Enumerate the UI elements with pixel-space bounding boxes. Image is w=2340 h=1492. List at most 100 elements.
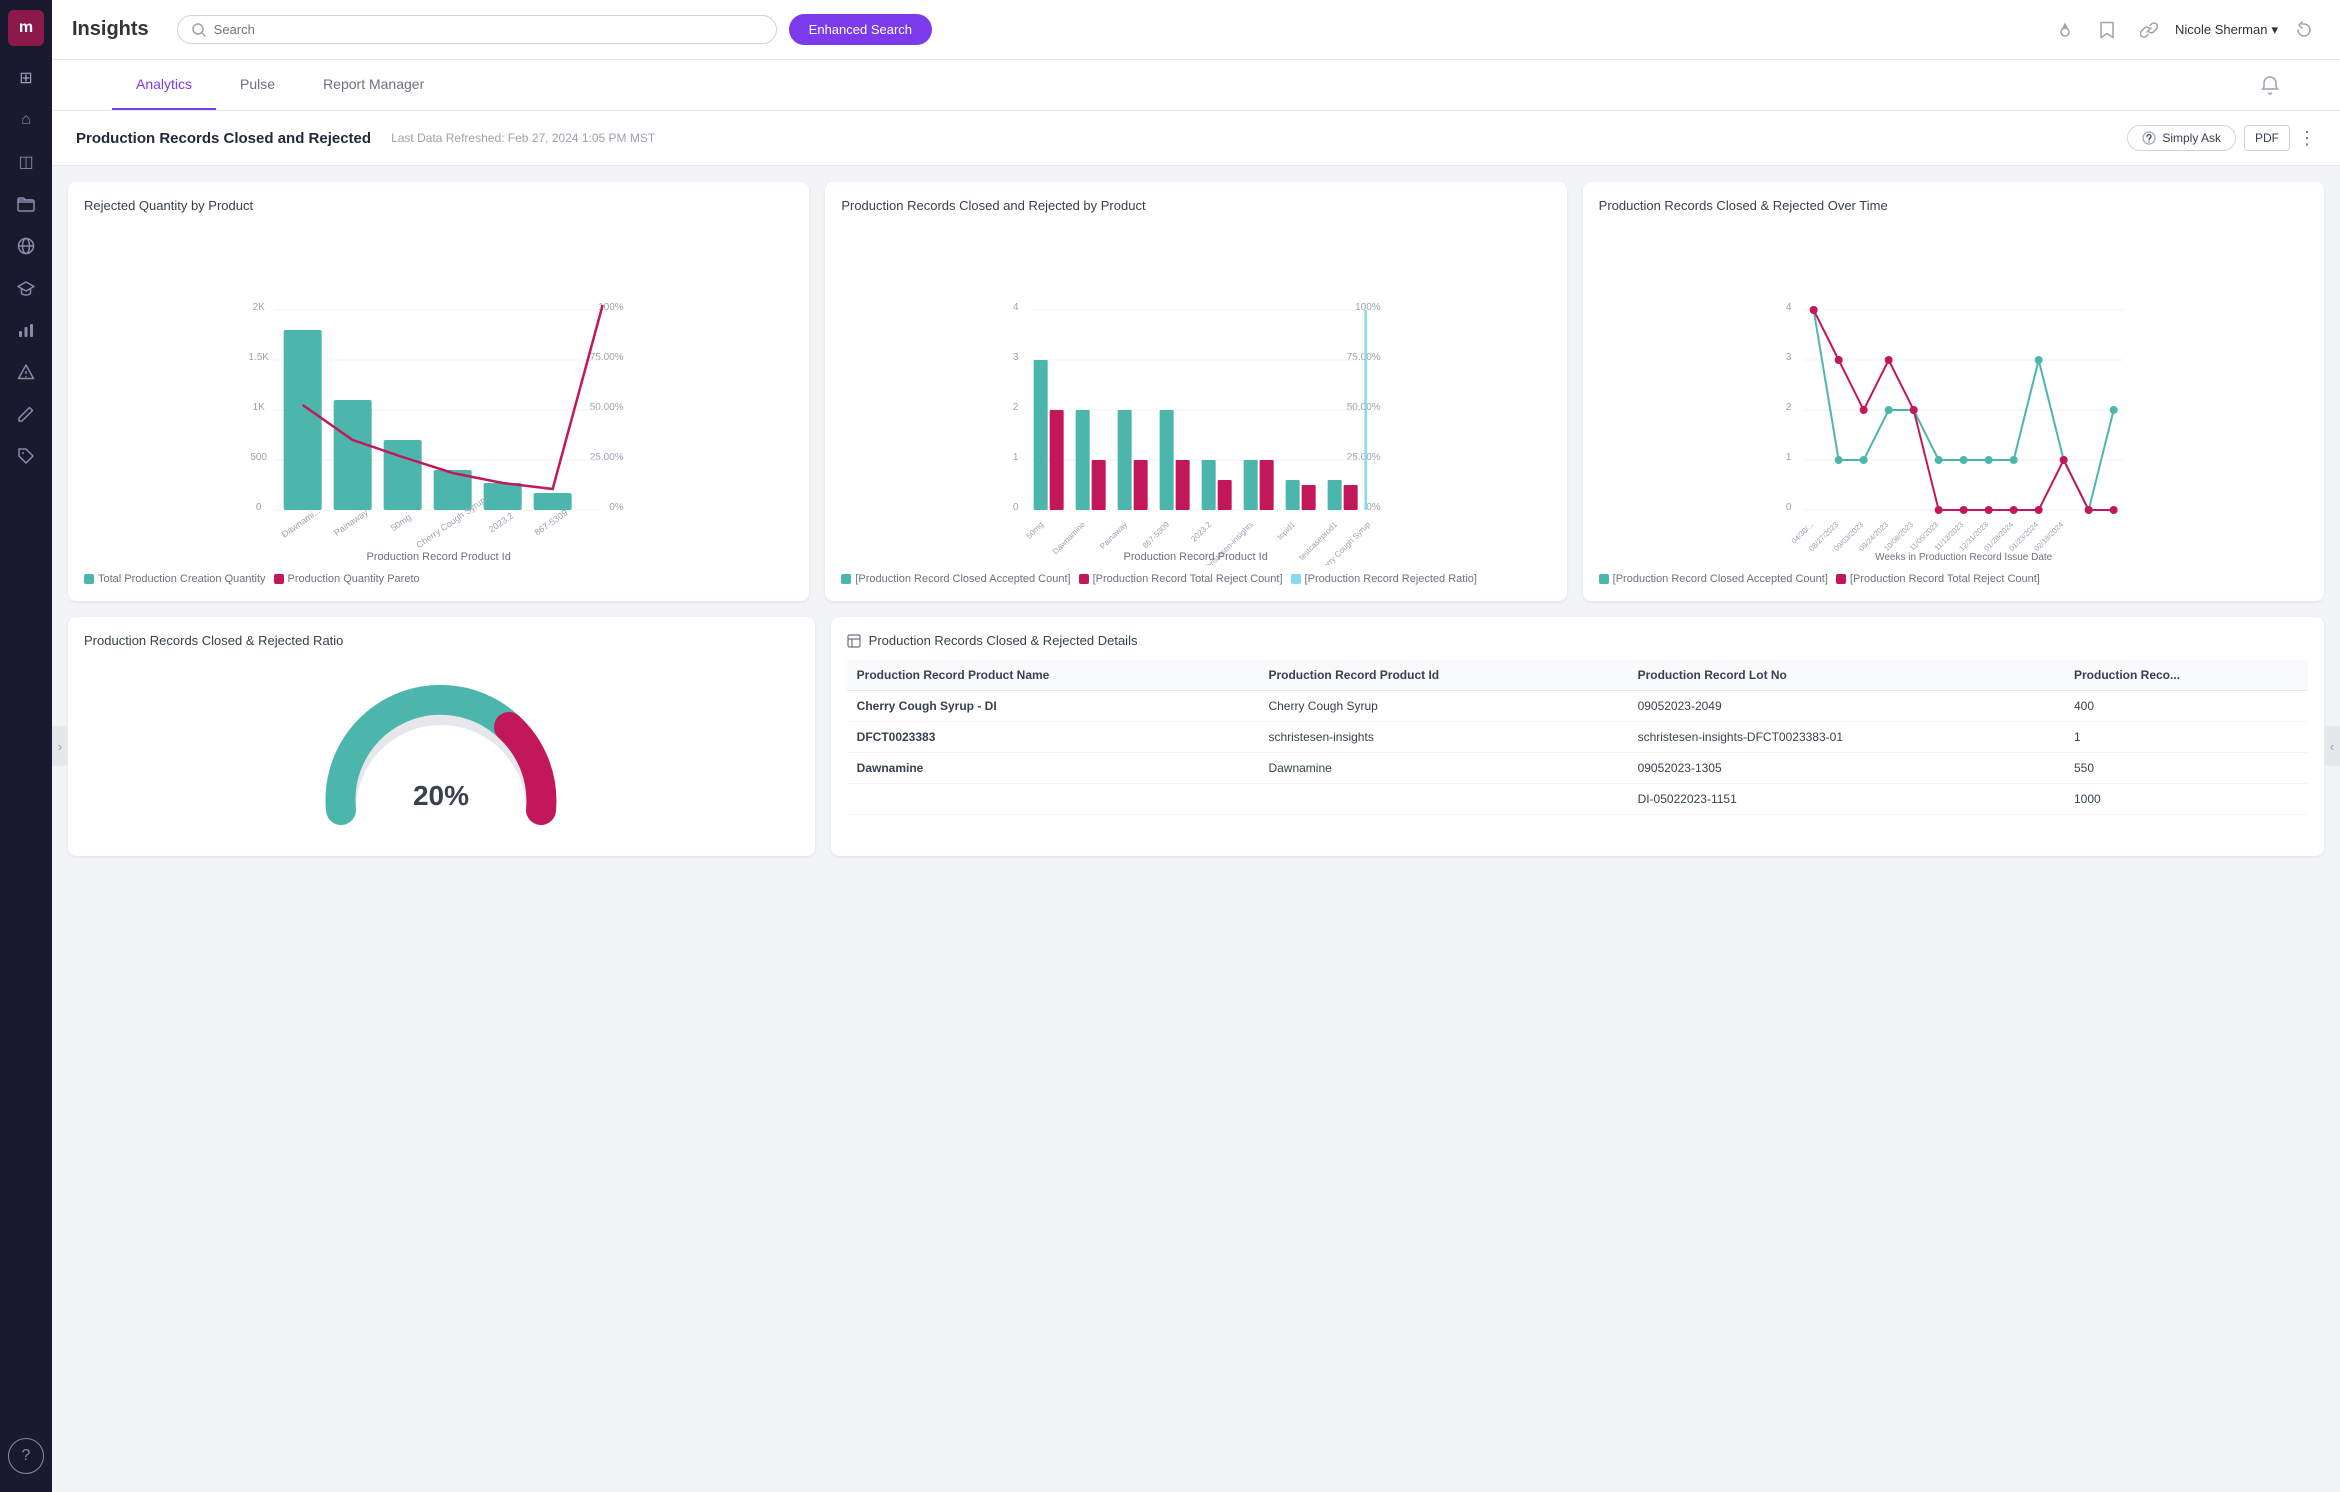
sidebar-icon-help[interactable]: ? [8, 1438, 44, 1474]
svg-text:0: 0 [1013, 502, 1019, 513]
svg-text:3: 3 [1013, 352, 1019, 363]
tab-analytics[interactable]: Analytics [112, 60, 216, 110]
svg-text:4: 4 [1786, 302, 1792, 313]
sidebar-icon-tag[interactable] [8, 438, 44, 474]
cell-value: 400 [2064, 691, 2308, 722]
legend-item-2: Production Quantity Pareto [274, 573, 420, 585]
svg-text:2023.2: 2023.2 [1190, 520, 1214, 544]
cell-product-id: schristesen-insights [1258, 722, 1627, 753]
legend-item-c2-1: [Production Record Closed Accepted Count… [841, 573, 1070, 585]
chart-rejected-quantity: Rejected Quantity by Product 0 500 1K 1.… [68, 182, 809, 601]
col-product-id: Production Record Product Id [1258, 660, 1627, 691]
chart-over-time: Production Records Closed & Rejected Ove… [1583, 182, 2324, 601]
cell-product-id: Dawnamine [1258, 753, 1627, 784]
svg-text:867-5309: 867-5309 [1141, 520, 1172, 551]
cell-product-id: Cherry Cough Syrup [1258, 691, 1627, 722]
svg-text:2K: 2K [253, 302, 266, 313]
svg-text:25.00%: 25.00% [590, 452, 624, 463]
chart1-area: 0 500 1K 1.5K 2K 0% 25.00% 50.00% 75.00%… [84, 225, 793, 585]
svg-text:3: 3 [1786, 352, 1792, 363]
svg-text:2: 2 [1786, 402, 1792, 413]
svg-text:100%: 100% [1355, 302, 1381, 313]
svg-text:50mg: 50mg [1025, 520, 1046, 541]
sidebar-icon-globe[interactable] [8, 228, 44, 264]
link-icon[interactable] [2133, 14, 2165, 46]
gauge-wrapper: 20% [84, 660, 799, 840]
notification-icon[interactable] [2260, 75, 2280, 95]
cell-value: 1 [2064, 722, 2308, 753]
left-collapse-handle[interactable]: › [52, 726, 68, 766]
chevron-down-icon: ▾ [2271, 22, 2278, 38]
sidebar-icon-grid[interactable]: ⊞ [8, 60, 44, 96]
app-logo[interactable]: m [8, 10, 44, 46]
bottom-row: Production Records Closed & Rejected Rat… [52, 617, 2340, 872]
col-product-name: Production Record Product Name [847, 660, 1259, 691]
right-collapse-handle[interactable]: ‹ [2324, 726, 2340, 766]
sidebar-icon-edit[interactable] [8, 396, 44, 432]
cell-product-name: Dawnamine [847, 753, 1259, 784]
sidebar-icon-warning[interactable] [8, 354, 44, 390]
sidebar-icon-chart[interactable] [8, 312, 44, 348]
legend-item-c2-2: [Production Record Total Reject Count] [1079, 573, 1283, 585]
topbar: Insights Enhanced Search Nicole Sherman … [52, 0, 2340, 60]
svg-text:tcpid1: tcpid1 [1276, 520, 1298, 542]
user-name: Nicole Sherman [2175, 22, 2268, 37]
chart2-title: Production Records Closed and Rejected b… [841, 198, 1550, 213]
chart1-title: Rejected Quantity by Product [84, 198, 793, 213]
table-row: DFCT0023383 schristesen-insights schrist… [847, 722, 2308, 753]
cell-lot-no: schristesen-insights-DFCT0023383-01 [1628, 722, 2064, 753]
chart-ratio: Production Records Closed & Rejected Rat… [68, 617, 815, 856]
charts-grid: Rejected Quantity by Product 0 500 1K 1.… [52, 166, 2340, 617]
user-menu[interactable]: Nicole Sherman ▾ [2175, 22, 2278, 38]
search-input[interactable] [214, 22, 762, 37]
content-area: Production Records Closed and Rejected L… [52, 111, 2340, 1492]
legend-item-c2-3: [Production Record Rejected Ratio] [1291, 573, 1477, 585]
svg-text:50.00%: 50.00% [1347, 402, 1381, 413]
svg-text:75.00%: 75.00% [590, 352, 624, 363]
navigation-icon[interactable] [2049, 14, 2081, 46]
svg-text:0%: 0% [1367, 502, 1382, 513]
legend-item-1: Total Production Creation Quantity [84, 573, 266, 585]
svg-text:Painaway: Painaway [1099, 520, 1130, 551]
table-icon [847, 634, 861, 648]
svg-text:2023.2: 2023.2 [487, 511, 515, 535]
sidebar-icon-layers[interactable]: ◫ [8, 144, 44, 180]
table-row: Cherry Cough Syrup - DI Cherry Cough Syr… [847, 691, 2308, 722]
cell-value: 1000 [2064, 784, 2308, 815]
main-content: Insights Enhanced Search Nicole Sherman … [52, 0, 2340, 1492]
svg-text:2: 2 [1013, 402, 1019, 413]
simply-ask-button[interactable]: Simply Ask [2127, 125, 2236, 151]
svg-text:Weeks in Production Record Iss: Weeks in Production Record Issue Date [1875, 552, 2053, 563]
chart3-title: Production Records Closed & Rejected Ove… [1599, 198, 2308, 213]
col-lot-no: Production Record Lot No [1628, 660, 2064, 691]
tab-pulse[interactable]: Pulse [216, 60, 299, 110]
refresh-icon[interactable] [2288, 14, 2320, 46]
svg-text:Dawnami...: Dawnami... [280, 506, 323, 540]
table-header-row: Production Records Closed & Rejected Det… [847, 633, 2308, 648]
svg-text:50mg: 50mg [389, 512, 413, 533]
search-box [177, 15, 777, 44]
sidebar-icon-education[interactable] [8, 270, 44, 306]
sidebar-icon-home[interactable]: ⌂ [8, 102, 44, 138]
table-row: Dawnamine Dawnamine 09052023-1305 550 [847, 753, 2308, 784]
table-header: Production Record Product Name Productio… [847, 660, 2308, 691]
sidebar-icon-folder[interactable] [8, 186, 44, 222]
svg-text:Painaway: Painaway [332, 507, 370, 538]
pdf-button[interactable]: PDF [2244, 125, 2290, 151]
chart-closed-rejected-product: Production Records Closed and Rejected b… [825, 182, 1566, 601]
svg-text:4: 4 [1013, 302, 1019, 313]
svg-text:0%: 0% [609, 502, 624, 513]
cell-lot-no: 09052023-1305 [1628, 753, 2064, 784]
nav-tabs: Analytics Pulse Report Manager [52, 60, 2340, 111]
bookmark-icon[interactable] [2091, 14, 2123, 46]
tab-report-manager[interactable]: Report Manager [299, 60, 448, 110]
chart4-title: Production Records Closed & Rejected Rat… [84, 633, 799, 648]
more-options-icon[interactable]: ⋮ [2298, 128, 2316, 149]
search-icon [192, 23, 206, 37]
svg-text:1: 1 [1013, 452, 1019, 463]
chart3-legend: [Production Record Closed Accepted Count… [1599, 573, 2308, 585]
cell-product-id [1258, 784, 1627, 815]
cell-product-name: DFCT0023383 [847, 722, 1259, 753]
enhanced-search-button[interactable]: Enhanced Search [789, 14, 932, 45]
table-card: Production Records Closed & Rejected Det… [831, 617, 2324, 856]
